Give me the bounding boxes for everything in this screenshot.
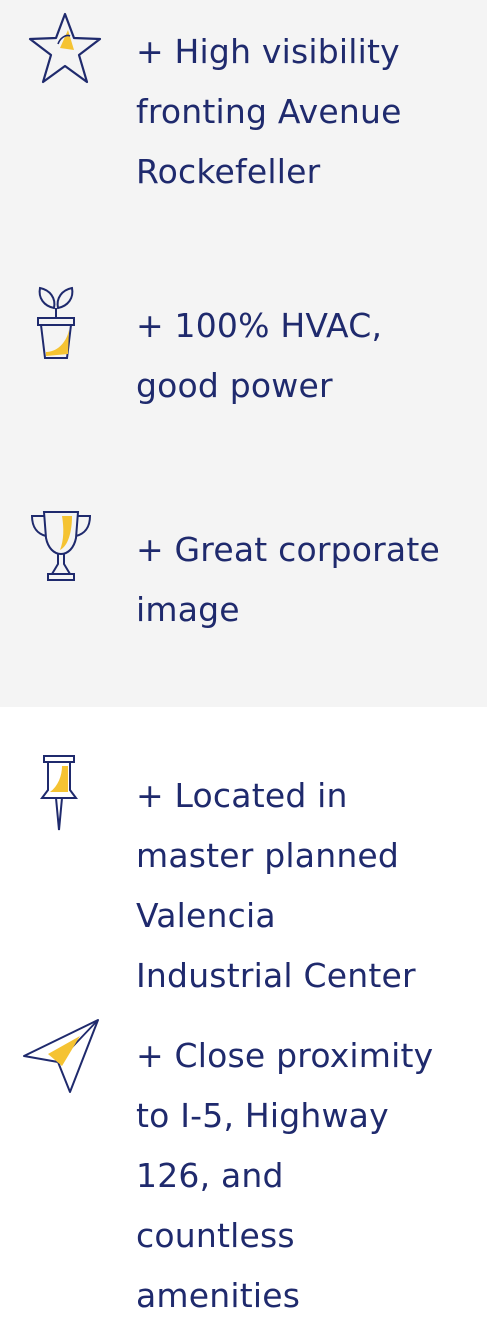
feature-text-visibility: + High visibility fronting Avenue Rockef… [136, 32, 402, 191]
star-icon [22, 8, 108, 94]
trophy-icon [18, 502, 104, 588]
paper-plane-icon [18, 1014, 104, 1100]
feature-text-corporate-image: + Great corporate image [136, 530, 440, 629]
feature-text-hvac: + 100% HVAC, good power [136, 306, 383, 405]
feature-text-location: + Located in master planned Valencia Ind… [136, 776, 416, 995]
plant-pot-icon [14, 282, 100, 368]
feature-text-proximity: + Close proximity to I-5, Highway 126, a… [136, 1036, 434, 1315]
pushpin-icon [18, 752, 104, 838]
